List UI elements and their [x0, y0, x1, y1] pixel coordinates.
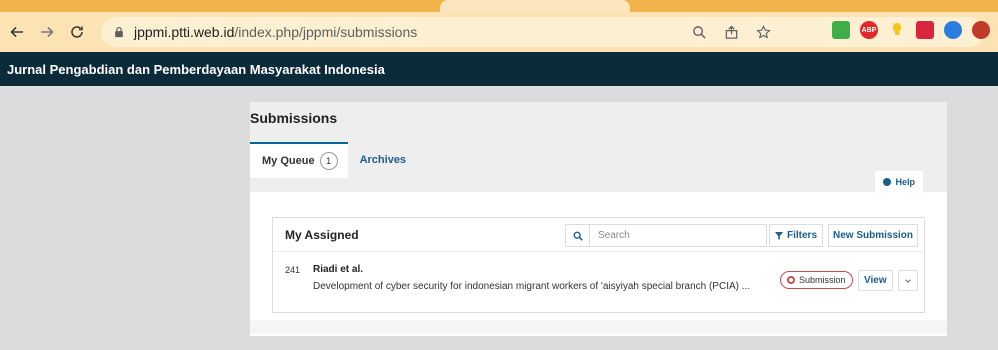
tab-my-queue[interactable]: My Queue 1	[250, 142, 348, 178]
info-icon	[883, 178, 892, 186]
submission-id: 241	[285, 265, 301, 275]
url-text[interactable]: jppmi.ptti.web.id/index.php/jppmi/submis…	[134, 24, 417, 40]
lock-icon[interactable]	[113, 25, 127, 39]
submissions-panel: Submissions My Queue 1 Archives Help My …	[250, 102, 947, 336]
search-box	[565, 224, 767, 247]
status-badge: Submission	[780, 271, 853, 289]
forward-arrow-icon[interactable]	[34, 19, 60, 45]
page-area: Submissions My Queue 1 Archives Help My …	[0, 86, 998, 350]
submission-authors: Riadi et al.	[313, 264, 364, 275]
journal-title[interactable]: Jurnal Pengabdian dan Pemberdayaan Masya…	[7, 62, 385, 77]
browser-tab-strip	[0, 0, 998, 12]
list-item[interactable]: 241 Riadi et al. Development of cyber se…	[273, 253, 924, 311]
tab-content: My Assigned Filters New Submission	[250, 192, 947, 336]
card-header: My Assigned Filters New Submission	[273, 218, 924, 252]
stage-label: Submission	[799, 275, 846, 285]
reload-icon[interactable]	[64, 19, 90, 45]
site-header: Jurnal Pengabdian dan Pemberdayaan Masya…	[0, 52, 998, 86]
lightbulb-extension-icon[interactable]	[888, 21, 906, 39]
tab-label: My Queue	[262, 155, 315, 167]
stage-circle-icon	[787, 276, 795, 284]
queue-count-badge: 1	[319, 152, 338, 170]
submission-tabs: My Queue 1 Archives	[250, 142, 416, 178]
page-title: Submissions	[250, 110, 338, 126]
tab-label: Archives	[359, 154, 407, 166]
browser-toolbar: jppmi.ptti.web.id/index.php/jppmi/submis…	[0, 12, 998, 52]
view-button[interactable]: View	[858, 270, 893, 291]
filters-label: Filters	[787, 230, 818, 241]
view-label: View	[864, 275, 887, 286]
help-button[interactable]: Help	[875, 171, 923, 193]
back-arrow-icon[interactable]	[4, 19, 30, 45]
shield-extension-icon[interactable]	[972, 21, 990, 39]
filter-icon	[775, 231, 783, 240]
search-icon[interactable]	[566, 225, 590, 246]
grid-extension-icon[interactable]	[916, 21, 934, 39]
my-assigned-card: My Assigned Filters New Submission	[272, 217, 925, 313]
submission-title: Development of cyber security for indone…	[313, 281, 751, 292]
new-submission-label: New Submission	[833, 230, 914, 241]
share-icon[interactable]	[722, 23, 740, 41]
chevron-down-icon	[905, 278, 911, 283]
filters-button[interactable]: Filters	[769, 224, 824, 247]
extension-icons: ABP	[832, 21, 990, 39]
browser-active-tab[interactable]	[440, 0, 630, 12]
bookmark-star-icon[interactable]	[754, 23, 772, 41]
panel-footer	[250, 320, 947, 334]
screen-extension-icon[interactable]	[832, 21, 850, 39]
expand-toggle-button[interactable]	[898, 270, 918, 291]
globe-extension-icon[interactable]	[944, 21, 962, 39]
card-title: My Assigned	[285, 228, 359, 242]
adblock-plus-icon[interactable]: ABP	[860, 21, 878, 39]
help-label: Help	[895, 177, 915, 187]
new-submission-button[interactable]: New Submission	[828, 224, 919, 247]
tab-archives[interactable]: Archives	[348, 142, 416, 178]
zoom-icon[interactable]	[690, 23, 708, 41]
search-input[interactable]	[590, 230, 760, 241]
